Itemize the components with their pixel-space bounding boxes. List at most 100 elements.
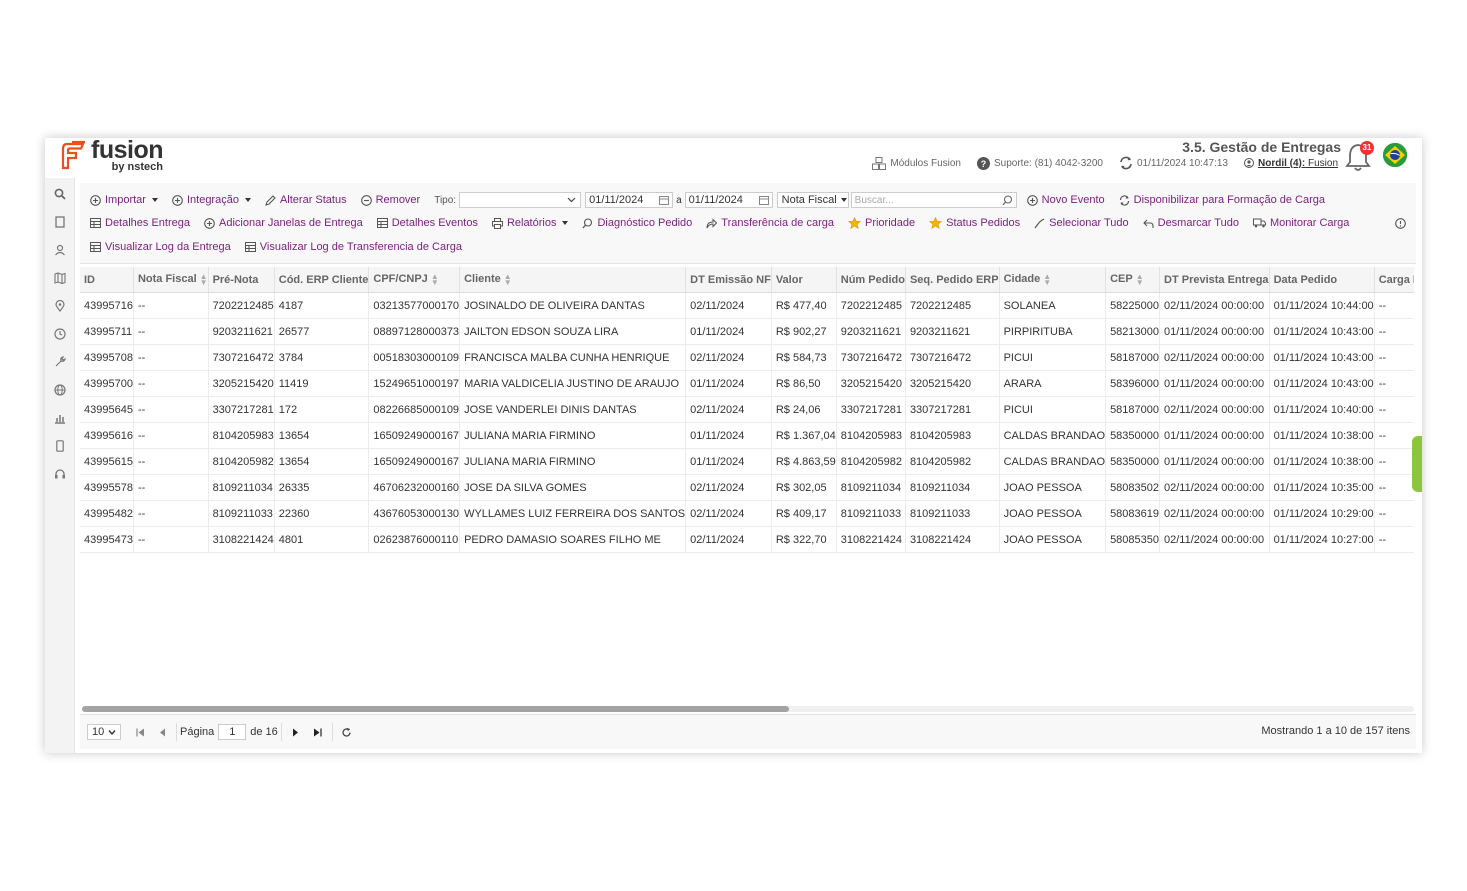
column-header[interactable]: Valor: [771, 267, 837, 293]
table-cell: --: [1374, 292, 1414, 319]
table-cell: --: [133, 318, 209, 345]
prev-page-button[interactable]: [151, 728, 173, 737]
delivery-details-button[interactable]: Detalhes Entrega: [90, 217, 190, 229]
support-link[interactable]: ? Suporte: (81) 4042-3200: [977, 156, 1103, 170]
last-page-button[interactable]: [307, 728, 329, 737]
column-header[interactable]: Cliente ▲ ▼: [459, 267, 687, 293]
search-input[interactable]: Buscar...: [850, 192, 1017, 208]
column-header[interactable]: Cidade ▲ ▼: [999, 267, 1107, 293]
select-all-button[interactable]: Selecionar Tudo: [1034, 217, 1129, 229]
column-header-label: Cód. ERP Cliente: [278, 273, 369, 286]
event-details-button[interactable]: Detalhes Eventos: [376, 217, 478, 229]
column-header[interactable]: DT Prevista Entrega: [1159, 267, 1270, 293]
table-row[interactable]: 43995482 -- 8109211033 22360 43676053000130 W…: [80, 500, 1414, 527]
view-delivery-log-button[interactable]: Visualizar Log da Entrega: [90, 241, 231, 253]
reload-button[interactable]: [336, 727, 358, 738]
refresh-link[interactable]: 01/11/2024 10:47:13: [1119, 156, 1228, 170]
table-cell: 43995700: [80, 370, 134, 397]
table-cell: 7202212485: [208, 292, 275, 319]
table-row[interactable]: 43995473 -- 3108221424 4801 02623876000110 PE…: [80, 526, 1414, 553]
table-row[interactable]: 43995708 -- 7307216472 3784 00518303000109 FR…: [80, 344, 1414, 371]
column-header[interactable]: Seq. Pedido ERP: [905, 267, 1000, 293]
table-row[interactable]: 43995716 -- 7202212485 4187 03213577000170 JO…: [80, 292, 1414, 319]
current-page-input[interactable]: 1: [218, 724, 247, 740]
table-row[interactable]: 43995615 -- 8104205982 13654 16509249000167 J…: [80, 448, 1414, 475]
page-title: 3.5. Gestão de Entregas: [1182, 139, 1341, 155]
order-status-button[interactable]: Status Pedidos: [929, 217, 1020, 229]
import-button[interactable]: Importar: [90, 194, 158, 206]
plus-circle-icon: [204, 217, 215, 229]
sidebar-pin-icon[interactable]: [45, 292, 74, 320]
sidebar-clock-icon[interactable]: [45, 320, 74, 348]
fusion-logo[interactable]: fusion by nstech: [59, 138, 164, 174]
scrollbar-thumb[interactable]: [82, 706, 789, 712]
modules-link[interactable]: Módulos Fusion: [872, 156, 961, 170]
make-available-button[interactable]: Disponibilizar para Formação de Carga: [1119, 194, 1325, 206]
column-header[interactable]: Núm Pedido: [836, 267, 906, 293]
sidebar-document-icon[interactable]: [45, 208, 74, 236]
transfer-button[interactable]: Transferência de carga: [706, 217, 834, 229]
filter-field-select[interactable]: Nota Fiscal: [776, 192, 849, 208]
remove-button[interactable]: Remover: [360, 194, 420, 206]
brazil-flag-icon[interactable]: [1383, 143, 1407, 167]
unselect-all-button[interactable]: Desmarcar Tudo: [1142, 217, 1239, 229]
sidebar-headset-icon[interactable]: [45, 460, 74, 488]
sidebar: [45, 178, 75, 753]
user-menu[interactable]: Nordil (4): Fusion: [1243, 157, 1338, 169]
table-cell: 8104205982: [208, 448, 275, 475]
next-page-button[interactable]: [285, 728, 307, 737]
date-to-field[interactable]: 01/11/2024: [684, 192, 773, 208]
refresh-datetime: 01/11/2024 10:47:13: [1136, 157, 1228, 169]
side-feedback-tab[interactable]: [1412, 436, 1422, 492]
page-size-select[interactable]: 10: [87, 724, 121, 740]
table-cell: PICUI: [999, 396, 1107, 423]
help-icon[interactable]: [1395, 218, 1406, 229]
change-status-button[interactable]: Alterar Status: [265, 194, 347, 206]
date-from-field[interactable]: 01/11/2024: [585, 192, 674, 208]
sidebar-map-icon[interactable]: [45, 264, 74, 292]
column-header-label: CEP: [1110, 273, 1133, 286]
sidebar-globe-icon[interactable]: [45, 376, 74, 404]
table-row[interactable]: 43995645 -- 3307217281 172 08226685000109 JOS…: [80, 396, 1414, 423]
notifications-button[interactable]: 31: [1344, 141, 1374, 172]
sidebar-mobile-icon[interactable]: [45, 432, 74, 460]
sidebar-users-icon[interactable]: [45, 236, 74, 264]
type-select[interactable]: [459, 192, 582, 208]
view-transfer-log-button[interactable]: Visualizar Log de Transferencia de Carga: [244, 241, 462, 253]
monitor-load-button[interactable]: Monitorar Carga: [1252, 217, 1349, 229]
table-cell: 02/11/2024 00:00:00: [1159, 500, 1270, 527]
new-event-button[interactable]: Novo Evento: [1026, 194, 1105, 206]
table-cell: 15249651000197: [368, 370, 461, 397]
priority-button[interactable]: Prioridade: [847, 217, 915, 229]
column-header[interactable]: Data Pedido: [1269, 267, 1375, 293]
table-cell: 01/11/2024 10:35:00: [1269, 474, 1375, 501]
column-header-label: DT Emissão NF: [690, 273, 771, 286]
main-content: Importar Integração Alterar Status Remov…: [80, 183, 1416, 749]
column-header[interactable]: DT Emissão NF: [685, 267, 772, 293]
table-row[interactable]: 43995711 -- 9203211621 26577 08897128000373 J…: [80, 318, 1414, 345]
first-page-button[interactable]: [129, 728, 151, 737]
column-header[interactable]: ID: [80, 267, 134, 293]
integration-button[interactable]: Integração: [172, 194, 251, 206]
user-company: Fusion: [1307, 157, 1338, 169]
add-windows-button[interactable]: Adicionar Janelas de Entrega: [204, 217, 363, 229]
table-cell: --: [1374, 448, 1414, 475]
column-header[interactable]: Nota Fiscal ▲ ▼: [133, 267, 209, 293]
column-header[interactable]: Carga ERP: [1374, 267, 1414, 293]
sidebar-chart-icon[interactable]: [45, 404, 74, 432]
column-header[interactable]: Cód. ERP Cliente: [274, 267, 370, 293]
sidebar-tools-icon[interactable]: [45, 348, 74, 376]
sidebar-search-icon[interactable]: [45, 180, 74, 208]
printer-icon: [491, 217, 503, 229]
reports-button[interactable]: Relatórios: [491, 217, 569, 229]
table-row[interactable]: 43995700 -- 3205215420 11419 15249651000197 M…: [80, 370, 1414, 397]
column-header[interactable]: CEP ▲ ▼: [1105, 267, 1161, 293]
table-row[interactable]: 43995616 -- 8104205983 13654 16509249000167 J…: [80, 422, 1414, 449]
table-row[interactable]: 43995578 -- 8109211034 26335 46706232000160 J…: [80, 474, 1414, 501]
horizontal-scrollbar[interactable]: [82, 706, 1414, 712]
column-header[interactable]: CPF/CNPJ ▲ ▼: [368, 267, 461, 293]
plus-circle-icon: [90, 194, 101, 206]
diagnosis-button[interactable]: Diagnóstico Pedido: [582, 217, 692, 229]
column-header[interactable]: Pré-Nota: [208, 267, 275, 293]
table-cell: 58187000: [1105, 396, 1161, 423]
